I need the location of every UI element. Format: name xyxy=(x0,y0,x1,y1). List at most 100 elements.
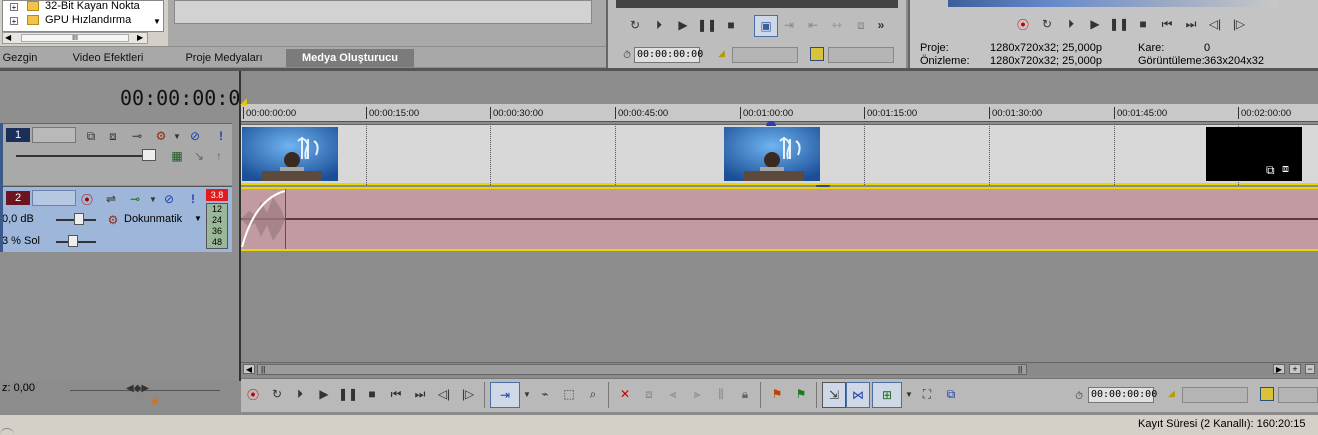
tab-project-media[interactable]: Proje Medyaları xyxy=(172,49,276,67)
mark-out-field[interactable] xyxy=(1278,387,1318,403)
mark-in-field[interactable] xyxy=(732,47,798,63)
bottom-timecode[interactable]: 00:00:00:00 xyxy=(1088,387,1157,403)
fit-icon[interactable]: ⇿ xyxy=(828,16,846,34)
automation-icon[interactable]: ▦ xyxy=(168,147,186,165)
pan-mode[interactable]: Dokunmatik xyxy=(124,213,182,225)
expand-icon[interactable]: + xyxy=(10,17,18,26)
scroll-thumb[interactable]: || || xyxy=(257,364,1027,375)
insert-icon[interactable]: ⇥ xyxy=(780,16,798,34)
video-thumbnail[interactable] xyxy=(242,127,338,181)
play-icon[interactable]: ▶ xyxy=(674,16,692,34)
mark-out-field[interactable] xyxy=(828,47,894,63)
level-slider-thumb[interactable] xyxy=(142,149,156,161)
stop-icon[interactable]: ■ xyxy=(1134,15,1152,33)
lock-icon[interactable]: 🔒︎ xyxy=(736,385,754,403)
pause-icon[interactable]: ❚❚ xyxy=(1109,15,1129,33)
scroll-left-icon[interactable]: ◀ xyxy=(5,33,11,42)
play-icon[interactable]: ▶ xyxy=(1086,15,1104,33)
go-to-end-icon[interactable]: ⏭ xyxy=(411,385,429,403)
collapse-keyframes-icon[interactable]: ↑ xyxy=(210,147,228,165)
fx-dropdown-icon[interactable]: ▼ xyxy=(168,127,186,145)
tab-video-fx[interactable]: Video Efektleri xyxy=(60,49,156,67)
video-track-header[interactable]: 1 ⧉ ⧈ ⊸ ⚙ ▼ ⊘ ! ▦ ↘ ↑ xyxy=(0,123,232,185)
video-thumbnail-black[interactable]: ⧉ ⧈ xyxy=(1206,127,1302,181)
play-from-start-icon[interactable]: ⏵ xyxy=(291,385,309,403)
split-icon[interactable]: ⫼ xyxy=(712,385,730,403)
video-thumbnail[interactable] xyxy=(724,127,820,181)
mark-in-field[interactable] xyxy=(1182,387,1248,403)
record-icon[interactable]: ⦿ xyxy=(1014,15,1032,33)
marker-icon[interactable]: ⚑ xyxy=(768,385,786,403)
track-view-icon[interactable]: ▣ xyxy=(754,15,778,37)
overwrite-icon[interactable]: ⇤ xyxy=(804,16,822,34)
snapping-icon[interactable]: ⊞ xyxy=(872,382,902,408)
delete-icon[interactable]: ✕ xyxy=(616,385,634,403)
track-name-field[interactable] xyxy=(32,190,76,206)
go-to-start-icon[interactable]: ⏮ xyxy=(387,385,405,403)
tab-explorer[interactable]: Gezgin xyxy=(0,49,40,67)
loop-icon[interactable]: ↻ xyxy=(268,385,286,403)
normal-edit-tool-icon[interactable]: ⇥ xyxy=(490,382,520,408)
trimmer-timecode[interactable]: 00:00:00:00 xyxy=(634,47,703,63)
mark-out-icon[interactable] xyxy=(810,47,824,61)
cursor-marker-icon[interactable]: ◢ xyxy=(240,96,247,107)
pan-mode-dropdown-icon[interactable]: ▼ xyxy=(194,214,202,223)
auto-crossfade-icon[interactable]: ⋈ xyxy=(846,382,870,408)
level-slider-track[interactable] xyxy=(16,155,156,157)
scroll-right-icon[interactable]: ▶ xyxy=(1273,364,1285,374)
loop-icon[interactable]: ↻ xyxy=(626,16,644,34)
next-frame-icon[interactable]: |▷ xyxy=(1230,15,1248,33)
mute-icon[interactable]: ⊘ xyxy=(160,190,178,208)
snapping-dropdown-icon[interactable]: ▼ xyxy=(900,385,918,403)
play-icon[interactable]: ▶ xyxy=(315,385,333,403)
more-icon[interactable]: » xyxy=(872,16,890,34)
lock-envelopes-icon[interactable]: ⧉ xyxy=(942,385,960,403)
trim-icon[interactable]: ⧈ xyxy=(640,385,658,403)
record-icon[interactable]: ⦿ xyxy=(244,385,262,403)
mark-in-icon[interactable]: ◢ xyxy=(718,48,725,59)
play-from-start-icon[interactable]: ⏵ xyxy=(650,16,668,34)
main-timecode[interactable]: 00:00:00:00 xyxy=(120,86,252,110)
prev-frame-icon[interactable]: ◁| xyxy=(435,385,453,403)
scroll-left-icon[interactable]: ◀ xyxy=(243,364,255,374)
pan-slider-thumb[interactable] xyxy=(68,235,78,247)
edit-tool-dropdown-icon[interactable]: ▼ xyxy=(518,385,536,403)
mark-out-icon[interactable] xyxy=(1260,387,1274,401)
volume-slider-thumb[interactable] xyxy=(74,213,84,225)
explorer-hscroll[interactable]: ◀ III ▶ xyxy=(2,32,148,44)
mark-in-icon[interactable]: ◢ xyxy=(1168,388,1175,399)
solo-icon[interactable]: ! xyxy=(212,127,230,145)
scroll-right-icon[interactable]: ▶ xyxy=(137,33,143,42)
next-frame-icon[interactable]: |▷ xyxy=(459,385,477,403)
expand-keyframes-icon[interactable]: ↘ xyxy=(190,147,208,165)
zoom-out-icon[interactable]: − xyxy=(1305,364,1315,374)
tree-item[interactable]: + GPU Hızlandırma xyxy=(7,14,157,28)
region-icon[interactable]: ⚑ xyxy=(792,385,810,403)
track-fx-icon[interactable]: ⊸ xyxy=(126,190,144,208)
stop-icon[interactable]: ■ xyxy=(363,385,381,403)
zoom-tool-icon[interactable]: ⌕ xyxy=(584,385,602,403)
pause-icon[interactable]: ❚❚ xyxy=(338,385,358,403)
expand-icon[interactable]: + xyxy=(10,3,18,12)
zoom-in-icon[interactable]: + xyxy=(1289,364,1301,374)
trim-end-icon[interactable]: ⫸ xyxy=(688,385,706,403)
compositing-icon[interactable]: ⧉ xyxy=(82,127,100,145)
track-name-field[interactable] xyxy=(32,127,76,143)
trim-start-icon[interactable]: ⫷ xyxy=(664,385,682,403)
motion-icon[interactable]: ⊸ xyxy=(128,127,146,145)
loop-icon[interactable]: ↻ xyxy=(1038,15,1056,33)
arm-record-icon[interactable]: ⦿ xyxy=(78,190,96,208)
event-fx-icon[interactable]: ⧈ xyxy=(1282,163,1289,176)
prev-frame-icon[interactable]: ◁| xyxy=(1206,15,1224,33)
invert-phase-icon[interactable]: ⇌ xyxy=(102,190,120,208)
timeline-hscroll[interactable]: ◀ || || ▶ + − xyxy=(241,362,1318,376)
split-icon[interactable]: ⧈ xyxy=(852,16,870,34)
rate-slider-thumb[interactable]: ◀◆▶ xyxy=(126,383,149,394)
pause-icon[interactable]: ❚❚ xyxy=(697,16,717,34)
play-from-start-icon[interactable]: ⏵ xyxy=(1062,15,1080,33)
selection-tool-icon[interactable]: ⬚ xyxy=(560,385,578,403)
tab-media-generators[interactable]: Medya Oluşturucu xyxy=(286,49,414,67)
mute-icon[interactable]: ⊘ xyxy=(186,127,204,145)
parent-icon[interactable]: ⧈ xyxy=(104,127,122,145)
stop-icon[interactable]: ■ xyxy=(722,16,740,34)
